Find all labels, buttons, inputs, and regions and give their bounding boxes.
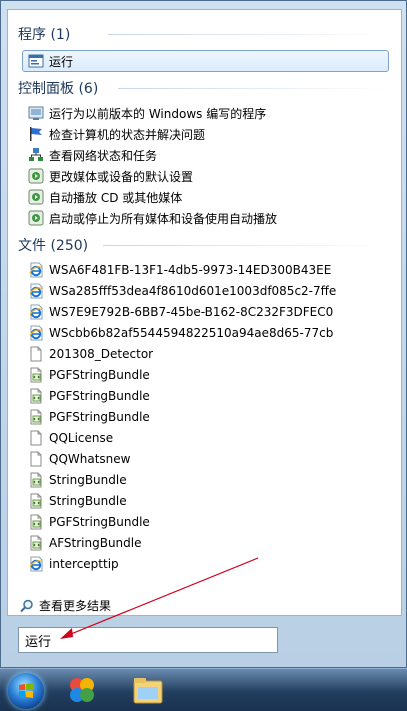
item-label: PGFStringBundle [49,368,150,382]
ie-file-icon [28,325,44,341]
group-header-control-panel[interactable]: 控制面板 (6) [18,78,98,98]
search-icon [20,599,34,613]
document-icon [28,346,44,362]
item-label: 检查计算机的状态并解决问题 [49,127,206,142]
ie-file-icon [28,283,44,299]
item-label: WScbb6b82af5544594822510a94ae8d65-77cb [49,326,334,340]
run-icon [28,53,44,69]
action-center-flag-icon [28,126,44,142]
file-result-item[interactable]: WSA6F481FB-13F1-4db5-9973-14ED300B43EE [28,260,331,280]
file-result-item[interactable]: StringBundle [28,470,127,490]
xml-file-icon [28,388,44,404]
item-label: 运行为以前版本的 Windows 编写的程序 [49,106,267,121]
ie-file-icon [28,262,44,278]
divider [103,245,391,246]
file-result-item[interactable]: WSa285fff53dea4f8610d601e1003df085c2-7ff… [28,281,336,301]
item-label: 201308_Detector [49,347,154,361]
ie-file-icon [28,556,44,572]
xml-file-icon [28,535,44,551]
search-input[interactable]: 运行 [18,627,278,653]
file-result-item[interactable]: QQWhatsnew [28,449,130,469]
xml-file-icon [28,514,44,530]
file-result-item[interactable]: PGFStringBundle [28,365,150,385]
network-icon [28,147,44,163]
file-result-item[interactable]: AFStringBundle [28,533,142,553]
see-more-label: 查看更多结果 [39,599,112,613]
taskbar [0,668,407,711]
item-label: PGFStringBundle [49,389,150,403]
document-icon [28,430,44,446]
file-result-item[interactable]: PGFStringBundle [28,407,150,427]
file-result-item[interactable]: 201308_Detector [28,344,153,364]
item-label: 运行 [49,54,74,69]
item-label: 查看网络状态和任务 [49,148,158,163]
start-menu: 程序 (1) 运行 控制面板 (6) 运行为以前版本的 Windows 编写的程… [0,0,407,668]
item-label: QQLicense [49,431,114,445]
xml-file-icon [28,409,44,425]
item-label: 自动播放 CD 或其他媒体 [49,190,183,205]
document-icon [28,451,44,467]
search-results-panel: 程序 (1) 运行 控制面板 (6) 运行为以前版本的 Windows 编写的程… [7,9,402,616]
xml-file-icon [28,367,44,383]
result-item-media-defaults[interactable]: 更改媒体或设备的默认设置 [28,166,193,186]
result-item-network[interactable]: 查看网络状态和任务 [28,145,157,165]
item-label: 更改媒体或设备的默认设置 [49,169,194,184]
item-label: WSA6F481FB-13F1-4db5-9973-14ED300B43EE [49,263,332,277]
result-item-autoplay-toggle[interactable]: 启动或停止为所有媒体和设备使用自动播放 [28,208,277,228]
autoplay-icon [28,210,44,226]
item-label: WSa285fff53dea4f8610d601e1003df085c2-7ff… [49,284,337,298]
file-result-item[interactable]: PGFStringBundle [28,386,150,406]
result-item-action-center[interactable]: 检查计算机的状态并解决问题 [28,124,205,144]
explorer-icon[interactable] [132,675,164,705]
group-header-files[interactable]: 文件 (250) [18,235,88,255]
file-result-item[interactable]: QQLicense [28,428,113,448]
item-label: AFStringBundle [49,536,142,550]
group-title: 控制面板 (6) [18,81,99,97]
item-label: intercepttip [49,557,119,571]
item-label: StringBundle [49,494,127,508]
result-item-run[interactable]: 运行 [22,50,389,72]
windows-logo-icon [19,683,33,698]
item-label: WS7E9E792B-6BB7-45be-B162-8C232F3DFEC0 [49,305,334,319]
item-label: PGFStringBundle [49,515,150,529]
file-result-item[interactable]: PGFStringBundle [28,512,150,532]
item-label: 启动或停止为所有媒体和设备使用自动播放 [49,211,278,226]
start-orb[interactable] [8,673,44,709]
ie-file-icon [28,304,44,320]
group-title: 文件 (250) [18,238,89,254]
group-title: 程序 (1) [18,27,71,43]
file-result-item[interactable]: intercepttip [28,554,119,574]
compatibility-icon [28,105,44,121]
result-item-compatibility[interactable]: 运行为以前版本的 Windows 编写的程序 [28,103,266,123]
item-label: PGFStringBundle [49,410,150,424]
group-header-programs[interactable]: 程序 (1) [18,24,70,44]
autoplay-icon [28,189,44,205]
file-result-item[interactable]: WScbb6b82af5544594822510a94ae8d65-77cb [28,323,333,343]
file-result-item[interactable]: StringBundle [28,491,127,511]
autoplay-icon [28,168,44,184]
item-label: QQWhatsnew [49,452,131,466]
xml-file-icon [28,472,44,488]
item-label: StringBundle [49,473,127,487]
file-result-item[interactable]: WS7E9E792B-6BB7-45be-B162-8C232F3DFEC0 [28,302,333,322]
result-item-autoplay-cd[interactable]: 自动播放 CD 或其他媒体 [28,187,182,207]
xml-file-icon [28,493,44,509]
divider [108,34,391,35]
app-icon[interactable] [66,675,98,705]
divider [118,88,391,89]
see-more-results-link[interactable]: 查看更多结果 [20,597,111,614]
